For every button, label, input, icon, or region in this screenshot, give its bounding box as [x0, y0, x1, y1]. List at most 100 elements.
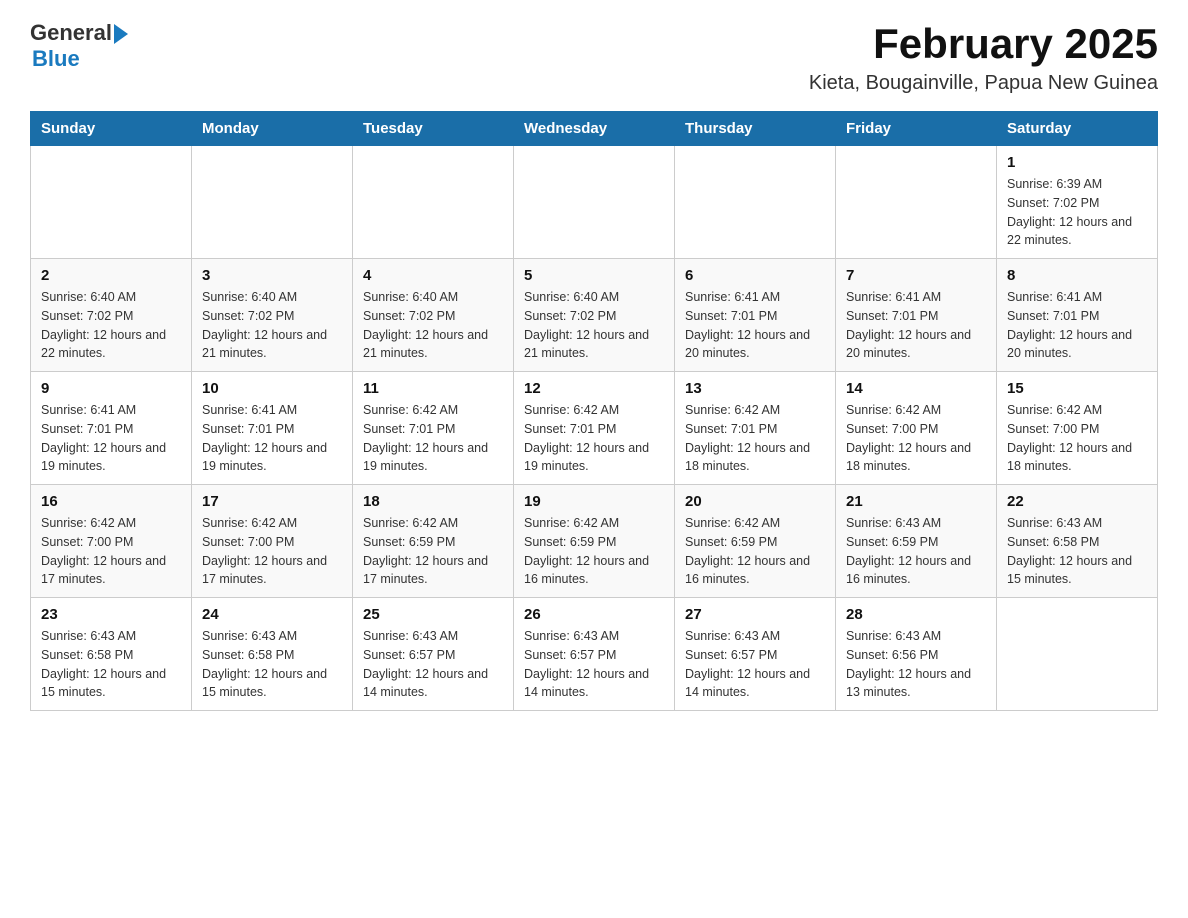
day-number: 24 [202, 606, 342, 623]
calendar-cell: 22 Sunrise: 6:43 AM Sunset: 6:58 PM Dayli… [997, 485, 1158, 598]
day-info: Sunrise: 6:43 AM Sunset: 6:57 PM Dayligh… [363, 627, 503, 702]
logo-arrow-icon [114, 24, 128, 44]
day-number: 13 [685, 380, 825, 397]
page-subtitle: Kieta, Bougainville, Papua New Guinea [809, 72, 1158, 95]
day-info: Sunrise: 6:43 AM Sunset: 6:57 PM Dayligh… [685, 627, 825, 702]
calendar-week-row: 16 Sunrise: 6:42 AM Sunset: 7:00 PM Dayli… [31, 485, 1158, 598]
logo-text-blue: Blue [32, 46, 80, 72]
day-info: Sunrise: 6:41 AM Sunset: 7:01 PM Dayligh… [202, 401, 342, 476]
day-header-wednesday: Wednesday [514, 112, 675, 146]
calendar-cell: 11 Sunrise: 6:42 AM Sunset: 7:01 PM Dayli… [353, 372, 514, 485]
calendar-cell: 21 Sunrise: 6:43 AM Sunset: 6:59 PM Dayli… [836, 485, 997, 598]
day-info: Sunrise: 6:42 AM Sunset: 7:01 PM Dayligh… [685, 401, 825, 476]
day-info: Sunrise: 6:43 AM Sunset: 6:59 PM Dayligh… [846, 514, 986, 589]
day-header-monday: Monday [192, 112, 353, 146]
title-block: February 2025 Kieta, Bougainville, Papua… [809, 20, 1158, 95]
day-number: 11 [363, 380, 503, 397]
day-number: 7 [846, 267, 986, 284]
day-number: 3 [202, 267, 342, 284]
calendar-cell: 12 Sunrise: 6:42 AM Sunset: 7:01 PM Dayli… [514, 372, 675, 485]
day-info: Sunrise: 6:40 AM Sunset: 7:02 PM Dayligh… [363, 288, 503, 363]
day-info: Sunrise: 6:43 AM Sunset: 6:58 PM Dayligh… [41, 627, 181, 702]
calendar-cell [192, 146, 353, 259]
calendar-cell: 8Sunrise: 6:41 AM Sunset: 7:01 PM Daylig… [997, 259, 1158, 372]
calendar-cell: 18 Sunrise: 6:42 AM Sunset: 6:59 PM Dayli… [353, 485, 514, 598]
day-info: Sunrise: 6:42 AM Sunset: 6:59 PM Dayligh… [524, 514, 664, 589]
day-number: 12 [524, 380, 664, 397]
day-info: Sunrise: 6:41 AM Sunset: 7:01 PM Dayligh… [685, 288, 825, 363]
calendar-cell: 1 Sunrise: 6:39 AM Sunset: 7:02 PM Daylig… [997, 146, 1158, 259]
page-header: General Blue February 2025 Kieta, Bougai… [30, 20, 1158, 95]
day-number: 5 [524, 267, 664, 284]
day-info: Sunrise: 6:43 AM Sunset: 6:58 PM Dayligh… [1007, 514, 1147, 589]
day-number: 6 [685, 267, 825, 284]
day-number: 23 [41, 606, 181, 623]
day-number: 25 [363, 606, 503, 623]
day-info: Sunrise: 6:42 AM Sunset: 7:00 PM Dayligh… [846, 401, 986, 476]
day-number: 19 [524, 493, 664, 510]
day-info: Sunrise: 6:43 AM Sunset: 6:57 PM Dayligh… [524, 627, 664, 702]
day-header-saturday: Saturday [997, 112, 1158, 146]
calendar-cell [997, 598, 1158, 711]
day-number: 2 [41, 267, 181, 284]
day-info: Sunrise: 6:39 AM Sunset: 7:02 PM Dayligh… [1007, 175, 1147, 250]
calendar-cell: 7 Sunrise: 6:41 AM Sunset: 7:01 PM Daylig… [836, 259, 997, 372]
calendar-cell: 10 Sunrise: 6:41 AM Sunset: 7:01 PM Dayli… [192, 372, 353, 485]
calendar-week-row: 23 Sunrise: 6:43 AM Sunset: 6:58 PM Dayli… [31, 598, 1158, 711]
logo-text-general: General [30, 20, 112, 46]
calendar-cell: 16 Sunrise: 6:42 AM Sunset: 7:00 PM Dayli… [31, 485, 192, 598]
day-info: Sunrise: 6:40 AM Sunset: 7:02 PM Dayligh… [202, 288, 342, 363]
day-number: 26 [524, 606, 664, 623]
day-number: 17 [202, 493, 342, 510]
day-info: Sunrise: 6:42 AM Sunset: 7:01 PM Dayligh… [524, 401, 664, 476]
calendar-week-row: 1 Sunrise: 6:39 AM Sunset: 7:02 PM Daylig… [31, 146, 1158, 259]
day-number: 1 [1007, 154, 1147, 171]
day-number: 15 [1007, 380, 1147, 397]
day-header-tuesday: Tuesday [353, 112, 514, 146]
calendar-cell [836, 146, 997, 259]
day-number: 18 [363, 493, 503, 510]
day-info: Sunrise: 6:41 AM Sunset: 7:01 PM Dayligh… [846, 288, 986, 363]
day-info: Sunrise: 6:40 AM Sunset: 7:02 PM Dayligh… [524, 288, 664, 363]
day-header-friday: Friday [836, 112, 997, 146]
calendar-cell: 28 Sunrise: 6:43 AM Sunset: 6:56 PM Dayli… [836, 598, 997, 711]
day-number: 9 [41, 380, 181, 397]
day-number: 14 [846, 380, 986, 397]
calendar-cell: 15Sunrise: 6:42 AM Sunset: 7:00 PM Dayli… [997, 372, 1158, 485]
calendar-cell: 13 Sunrise: 6:42 AM Sunset: 7:01 PM Dayli… [675, 372, 836, 485]
day-info: Sunrise: 6:42 AM Sunset: 6:59 PM Dayligh… [363, 514, 503, 589]
logo: General Blue [30, 20, 128, 72]
day-number: 20 [685, 493, 825, 510]
calendar-cell: 2Sunrise: 6:40 AM Sunset: 7:02 PM Daylig… [31, 259, 192, 372]
day-info: Sunrise: 6:43 AM Sunset: 6:56 PM Dayligh… [846, 627, 986, 702]
calendar-cell: 3 Sunrise: 6:40 AM Sunset: 7:02 PM Daylig… [192, 259, 353, 372]
calendar-cell: 9 Sunrise: 6:41 AM Sunset: 7:01 PM Daylig… [31, 372, 192, 485]
calendar-cell: 19 Sunrise: 6:42 AM Sunset: 6:59 PM Dayli… [514, 485, 675, 598]
day-number: 28 [846, 606, 986, 623]
calendar-cell: 6 Sunrise: 6:41 AM Sunset: 7:01 PM Daylig… [675, 259, 836, 372]
calendar-header-row: SundayMondayTuesdayWednesdayThursdayFrid… [31, 112, 1158, 146]
calendar-cell: 14 Sunrise: 6:42 AM Sunset: 7:00 PM Dayli… [836, 372, 997, 485]
calendar-cell: 5 Sunrise: 6:40 AM Sunset: 7:02 PM Daylig… [514, 259, 675, 372]
day-number: 10 [202, 380, 342, 397]
day-number: 21 [846, 493, 986, 510]
calendar-cell: 27Sunrise: 6:43 AM Sunset: 6:57 PM Dayli… [675, 598, 836, 711]
day-number: 16 [41, 493, 181, 510]
day-info: Sunrise: 6:42 AM Sunset: 6:59 PM Dayligh… [685, 514, 825, 589]
calendar-cell: 25 Sunrise: 6:43 AM Sunset: 6:57 PM Dayli… [353, 598, 514, 711]
calendar-cell: 26 Sunrise: 6:43 AM Sunset: 6:57 PM Dayli… [514, 598, 675, 711]
calendar-cell: 4 Sunrise: 6:40 AM Sunset: 7:02 PM Daylig… [353, 259, 514, 372]
day-info: Sunrise: 6:42 AM Sunset: 7:01 PM Dayligh… [363, 401, 503, 476]
day-header-sunday: Sunday [31, 112, 192, 146]
calendar-cell [31, 146, 192, 259]
day-info: Sunrise: 6:41 AM Sunset: 7:01 PM Dayligh… [41, 401, 181, 476]
day-number: 4 [363, 267, 503, 284]
calendar-cell: 20 Sunrise: 6:42 AM Sunset: 6:59 PM Dayli… [675, 485, 836, 598]
day-number: 22 [1007, 493, 1147, 510]
calendar-cell: 17Sunrise: 6:42 AM Sunset: 7:00 PM Dayli… [192, 485, 353, 598]
calendar-cell [353, 146, 514, 259]
day-info: Sunrise: 6:42 AM Sunset: 7:00 PM Dayligh… [41, 514, 181, 589]
calendar-cell [675, 146, 836, 259]
calendar-cell [514, 146, 675, 259]
day-info: Sunrise: 6:41 AM Sunset: 7:01 PM Dayligh… [1007, 288, 1147, 363]
